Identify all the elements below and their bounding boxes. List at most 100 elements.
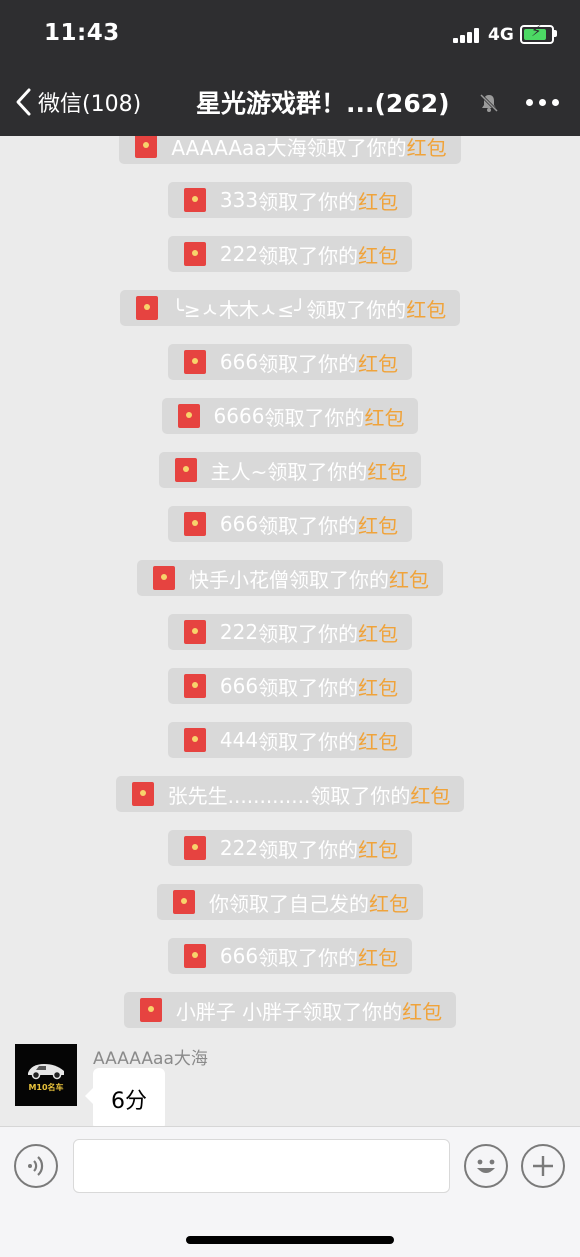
red-packet-link[interactable]: 红包 (358, 240, 398, 269)
nav-bar: 微信(108) 星光游戏群！...(262) (0, 68, 580, 136)
voice-icon (28, 1156, 44, 1176)
red-packet-notice: 666 领取了你的 红包 (167, 668, 413, 704)
charging-bolt-icon: ⚡ (531, 22, 542, 40)
chat-area[interactable]: AAAAAaa大海 领取了你的 红包 333 领取了你的 红包 222 领取了你的 红包 ╰≥ㅅ木… (0, 136, 580, 1126)
red-packet-link[interactable]: 红包 (358, 510, 398, 539)
message-input[interactable] (73, 1139, 450, 1193)
system-message-row: 666 领取了你的 红包 (0, 659, 580, 713)
car-logo-icon (28, 1064, 64, 1080)
receiver-name: 主人~ (210, 459, 268, 484)
red-packet-icon (139, 998, 162, 1022)
bell-muted-icon (479, 93, 499, 113)
notice-action: 领取了你的 (258, 675, 359, 700)
system-message-row: AAAAAaa大海 领取了你的 红包 (0, 136, 580, 173)
red-packet-notice: 6666 领取了你的 红包 (161, 398, 419, 434)
notice-action: 领取了你的 (258, 513, 359, 538)
system-message-row: 222 领取了你的 红包 (0, 605, 580, 659)
notice-action: 领取了你的 (289, 567, 389, 592)
red-packet-icon (135, 136, 158, 158)
notice-action: 领取了你的 (258, 945, 359, 970)
receiver-name: 你 (209, 891, 229, 916)
red-packet-notice: 小胖子 小胖子 领取了你的 红包 (123, 992, 457, 1028)
red-packet-icon (183, 512, 206, 536)
receiver-name: 222 (219, 242, 259, 266)
red-packet-link[interactable]: 红包 (358, 618, 398, 647)
system-message-list: AAAAAaa大海 领取了你的 红包 333 领取了你的 红包 222 领取了你的 红包 ╰≥ㅅ木… (0, 136, 580, 1037)
red-packet-icon (183, 836, 206, 860)
red-packet-notice: 222 领取了你的 红包 (167, 830, 413, 866)
notice-action: 领取了你的 (258, 621, 359, 646)
system-message-row: 张先生............. 领取了你的 红包 (0, 767, 580, 821)
notice-action: 领取了你的 (258, 729, 359, 754)
signal-icon (453, 27, 483, 43)
red-packet-notice: 主人~ 领取了你的 红包 (158, 452, 422, 488)
red-packet-notice: 快手小花僧 领取了你的 红包 (137, 560, 443, 596)
system-message-row: ╰≥ㅅ木木ㅅ≤╯ 领取了你的 红包 (0, 281, 580, 335)
notice-action: 领取了自己发的 (229, 891, 369, 916)
red-packet-notice: 222 领取了你的 红包 (167, 614, 413, 650)
red-packet-icon (183, 242, 206, 266)
red-packet-icon (183, 944, 206, 968)
red-packet-icon (153, 566, 175, 590)
red-packet-notice: 张先生............. 领取了你的 红包 (115, 776, 465, 812)
network-type: 4G (488, 25, 514, 45)
system-message-row: 你领取了自己发的 红包 (0, 875, 580, 929)
chat-title: 星光游戏群！...(262) (196, 89, 450, 118)
system-message-row: 6666 领取了你的 红包 (0, 389, 580, 443)
more-button[interactable] (524, 90, 560, 114)
notice-action: 领取了你的 (310, 783, 411, 808)
red-packet-link[interactable]: 红包 (367, 456, 407, 485)
receiver-name: 666 (219, 674, 259, 698)
red-packet-link[interactable]: 红包 (407, 136, 447, 161)
receiver-name: ╰≥ㅅ木木ㅅ≤╯ (171, 297, 307, 322)
red-packet-link[interactable]: 红包 (358, 726, 398, 755)
red-packet-link[interactable]: 红包 (369, 888, 409, 917)
receiver-name: 222 (219, 620, 259, 644)
home-indicator[interactable] (186, 1236, 394, 1244)
emoji-button[interactable] (464, 1144, 508, 1188)
red-packet-link[interactable]: 红包 (389, 564, 429, 593)
red-packet-icon (183, 188, 206, 212)
red-packet-notice: 333 领取了你的 红包 (167, 182, 413, 218)
red-packet-link[interactable]: 红包 (402, 996, 442, 1025)
receiver-name: 666 (219, 350, 259, 374)
notice-action: 领取了你的 (264, 405, 365, 430)
message-bubble[interactable]: 6分 (85, 1068, 165, 1126)
red-packet-link[interactable]: 红包 (358, 942, 398, 971)
red-packet-icon (131, 782, 154, 806)
notice-action: 领取了你的 (258, 189, 359, 214)
red-packet-link[interactable]: 红包 (358, 834, 398, 863)
red-packet-link[interactable]: 红包 (358, 348, 398, 377)
red-packet-link[interactable]: 红包 (358, 186, 398, 215)
system-message-row: 小胖子 小胖子 领取了你的 红包 (0, 983, 580, 1037)
avatar[interactable]: M10名车 (15, 1044, 77, 1106)
back-label: 微信(108) (38, 92, 142, 117)
red-packet-notice: 666 领取了你的 红包 (167, 344, 413, 380)
red-packet-icon (177, 404, 200, 428)
avatar-text: M10名车 (28, 1083, 64, 1092)
red-packet-link[interactable]: 红包 (410, 780, 450, 809)
notice-action: 领取了你的 (258, 837, 359, 862)
plus-icon (533, 1156, 553, 1176)
red-packet-link[interactable]: 红包 (358, 672, 398, 701)
system-message-row: 444 领取了你的 红包 (0, 713, 580, 767)
red-packet-notice: 444 领取了你的 红包 (167, 722, 413, 758)
plus-button[interactable] (521, 1144, 565, 1188)
red-packet-notice: 222 领取了你的 红包 (167, 236, 413, 272)
chevron-left-icon (16, 88, 31, 116)
red-packet-icon (135, 296, 158, 320)
voice-button[interactable] (14, 1144, 58, 1188)
system-message-row: 666 领取了你的 红包 (0, 335, 580, 389)
receiver-name: AAAAAaa大海 (171, 136, 307, 160)
back-button[interactable]: 微信(108) (14, 84, 141, 120)
system-message-row: 666 领取了你的 红包 (0, 497, 580, 551)
status-bar: 11:43 4G ⚡ (0, 0, 580, 68)
receiver-name: 快手小花僧 (189, 567, 289, 592)
red-packet-notice: 你领取了自己发的 红包 (157, 884, 423, 920)
red-packet-icon (174, 458, 197, 482)
receiver-name: 444 (219, 728, 259, 752)
red-packet-link[interactable]: 红包 (406, 294, 446, 323)
sender-name: AAAAAaa大海 (93, 1049, 208, 1069)
red-packet-link[interactable]: 红包 (364, 402, 404, 431)
status-time: 11:43 (44, 20, 120, 46)
